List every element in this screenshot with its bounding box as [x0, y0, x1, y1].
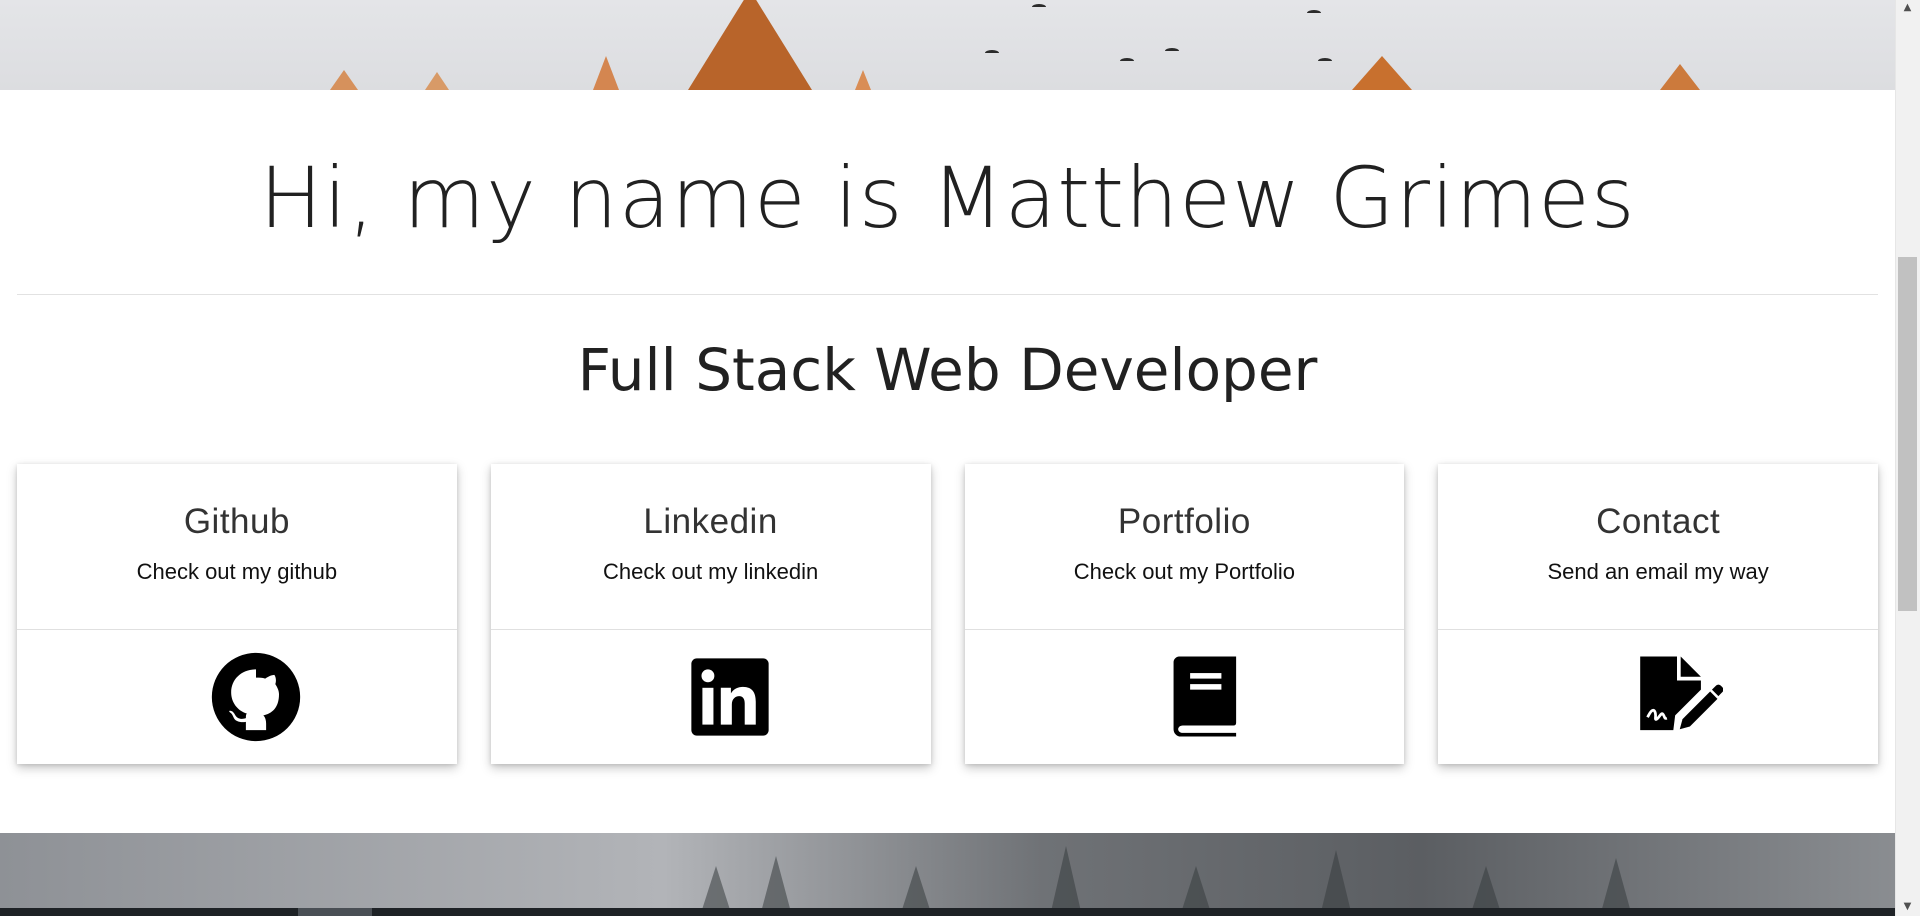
card-title: Github [183, 502, 290, 541]
card-icon-area [1438, 630, 1878, 764]
bottom-bar-tab[interactable] [298, 908, 372, 916]
card-header: Portfolio Check out my Portfolio [964, 464, 1405, 630]
scrollbar-thumb[interactable] [1898, 257, 1917, 611]
tree-decoration [593, 56, 619, 90]
github-card[interactable]: Github Check out my github [17, 464, 457, 764]
card-title: Contact [1596, 502, 1721, 541]
link-cards: Github Check out my github Linkedin Chec… [17, 464, 1878, 764]
tree-decoration [1352, 56, 1412, 90]
card-header: Contact Send an email my way [1438, 464, 1878, 630]
scroll-down-icon[interactable]: ▼ [1900, 899, 1915, 914]
card-text: Check out my linkedin [603, 559, 819, 584]
tree-decoration [1320, 850, 1352, 916]
bird-decoration [1318, 58, 1332, 64]
card-header: Linkedin Check out my linkedin [490, 464, 931, 630]
page-viewport: Hi, my name is Matthew Grimes Full Stack… [0, 0, 1895, 916]
contact-card[interactable]: Contact Send an email my way [1438, 464, 1878, 764]
card-text: Send an email my way [1547, 559, 1769, 584]
bottom-bar [0, 908, 1920, 916]
scroll-up-icon[interactable]: ▲ [1900, 0, 1915, 15]
bird-decoration [1165, 48, 1179, 54]
top-hero-image [0, 0, 1895, 90]
file-signature-icon[interactable] [1631, 651, 1724, 743]
card-header: Github Check out my github [17, 464, 457, 630]
card-icon-area [17, 630, 457, 764]
book-icon[interactable] [1157, 651, 1249, 743]
tree-decoration [1660, 64, 1700, 90]
tree-decoration [330, 70, 358, 90]
portfolio-card[interactable]: Portfolio Check out my Portfolio [964, 464, 1405, 764]
job-title-heading: Full Stack Web Developer [577, 336, 1318, 404]
card-text: Check out my github [136, 559, 338, 584]
card-text: Check out my Portfolio [1073, 559, 1296, 584]
name-heading: Hi, my name is Matthew Grimes [259, 149, 1636, 247]
card-title: Linkedin [643, 502, 778, 541]
bird-decoration [1032, 4, 1046, 10]
tree-decoration [425, 72, 449, 90]
card-icon-area [965, 630, 1405, 764]
card-icon-area [491, 630, 931, 764]
card-title: Portfolio [1117, 502, 1251, 541]
tree-decoration [1050, 846, 1082, 916]
tree-decoration [688, 0, 812, 90]
bird-decoration [1120, 58, 1134, 64]
linkedin-icon[interactable] [684, 651, 776, 743]
linkedin-card[interactable]: Linkedin Check out my linkedin [490, 464, 931, 764]
bottom-hero-image [0, 833, 1895, 916]
bird-decoration [1307, 10, 1321, 16]
tree-decoration [855, 70, 871, 90]
header-divider [17, 294, 1878, 295]
tree-decoration [760, 856, 792, 916]
bird-decoration [985, 50, 999, 56]
github-icon[interactable] [210, 651, 302, 743]
